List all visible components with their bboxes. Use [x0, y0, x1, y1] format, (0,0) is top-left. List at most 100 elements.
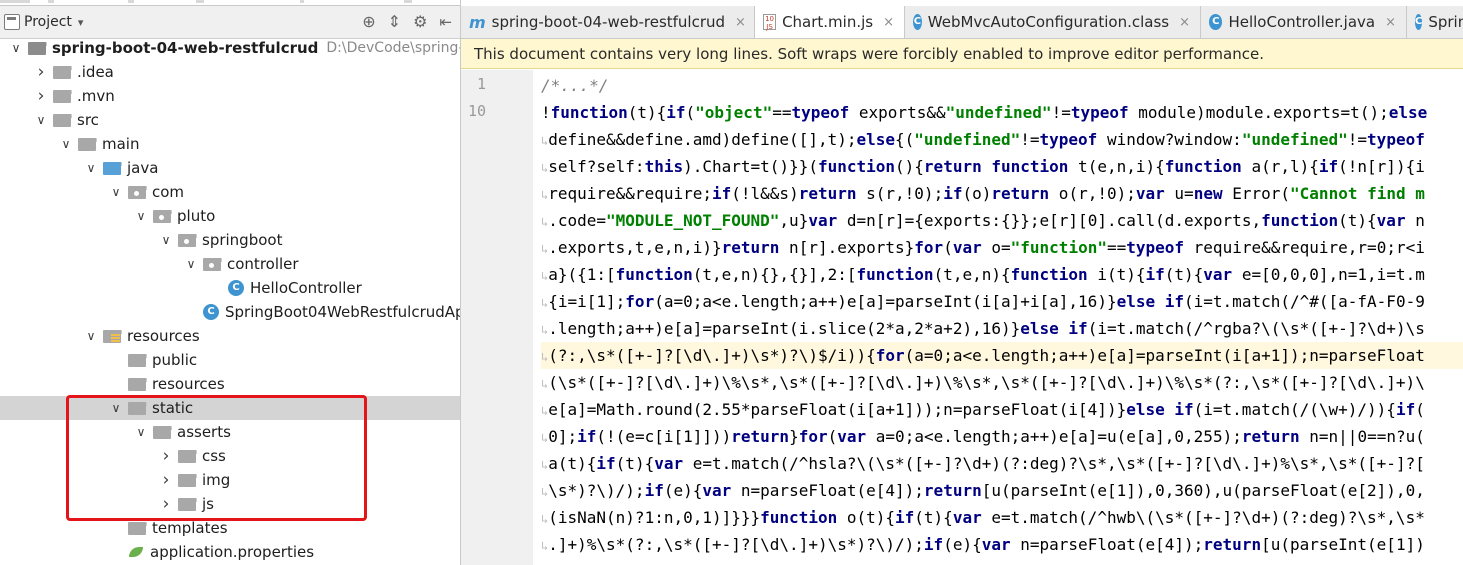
code-line[interactable]: ↳a}({1:[function(t,e,n){},{}],2:[functio…: [541, 261, 1463, 288]
code-line[interactable]: ↳(?:,\s*([+-]?[\d\.]+)\s*)?\)$/i)){for(a…: [541, 342, 1463, 369]
code-line[interactable]: !function(t){if("object"==typeof exports…: [541, 99, 1463, 126]
project-panel-toolbar: ⊕ ⇕ ⚙ ⇤: [362, 6, 452, 38]
tree-item-idea[interactable]: › .idea: [0, 60, 460, 84]
soft-wrap-notification: This document contains very long lines. …: [461, 39, 1463, 69]
tree-item-resources[interactable]: ›resources: [0, 372, 460, 396]
tree-item-label: resources: [127, 327, 200, 345]
code-line[interactable]: ↳e[a]=Math.round(2.55*parseFloat(i[a+1])…: [541, 396, 1463, 423]
tree-item-label: .idea: [77, 63, 114, 81]
chevron-right-icon[interactable]: ›: [158, 446, 174, 466]
tree-item-controller[interactable]: ∨ controller: [0, 252, 460, 276]
locate-icon[interactable]: ⊕: [362, 14, 375, 30]
js-file-icon: 10 JS: [763, 14, 777, 31]
line-number-gutter: 1 10: [461, 70, 533, 565]
close-icon[interactable]: ×: [735, 15, 746, 30]
tab-hellocontroller-java[interactable]: C HelloController.java ×: [1201, 6, 1407, 38]
code-line[interactable]: ↳a(t){if(t){var e=t.match(/^hsla?\(\s*([…: [541, 450, 1463, 477]
code-editor[interactable]: +/*...*/ !function(t){if("object"==typeof…: [541, 70, 1463, 565]
java-class-icon: C: [1415, 14, 1423, 30]
tree-item-js[interactable]: › js: [0, 492, 460, 516]
tree-item-spring-boot-04-web-restfulcrud[interactable]: ∨ spring-boot-04-web-restfulcrud D:\DevCod…: [0, 36, 460, 60]
code-line[interactable]: ↳(isNaN(n)?1:n,0,1)]}}}function o(t){if(…: [541, 504, 1463, 531]
tree-item-springboot04webrestfulcrudapp[interactable]: ›CSpringBoot04WebRestfulcrudApp: [0, 300, 460, 324]
folded-comment-line[interactable]: +/*...*/: [541, 72, 1463, 99]
chevron-down-icon[interactable]: ∨: [133, 425, 149, 439]
chevron-right-icon[interactable]: ›: [33, 62, 49, 82]
tree-item-java[interactable]: ∨ java: [0, 156, 460, 180]
code-line[interactable]: ↳.]+)%\s*(?:,\s*([+-]?[\d\.]+)\s*)?\)/);…: [541, 531, 1463, 558]
chevron-right-icon[interactable]: ›: [158, 470, 174, 490]
tree-item-src[interactable]: ∨ src: [0, 108, 460, 132]
tab-spring-boot-04-web-restfulcrud[interactable]: m spring-boot-04-web-restfulcrud ×: [461, 6, 755, 38]
folder-icon: [153, 425, 172, 439]
chevron-down-icon[interactable]: ∨: [183, 257, 199, 271]
chevron-down-icon[interactable]: ∨: [133, 209, 149, 223]
tree-item-hellocontroller[interactable]: ›CHelloController: [0, 276, 460, 300]
collapse-all-icon[interactable]: ⇕: [388, 14, 401, 30]
close-icon[interactable]: ×: [883, 15, 894, 30]
chevron-right-icon[interactable]: ›: [158, 494, 174, 514]
code-text: 0];if(!(e=c[i[1]]))return}for(var a=0;a<…: [548, 427, 1425, 446]
chevron-down-icon[interactable]: ∨: [58, 137, 74, 151]
project-panel-icon: [4, 14, 20, 30]
tree-item-com[interactable]: ∨ com: [0, 180, 460, 204]
code-line[interactable]: ↳.exports,t,e,n,i)}return n[r].exports}f…: [541, 234, 1463, 261]
chevron-down-icon[interactable]: ∨: [83, 161, 99, 175]
chevron-down-icon[interactable]: ∨: [158, 233, 174, 247]
code-line[interactable]: ↳require&&require;if(!l&&s)return s(r,!0…: [541, 180, 1463, 207]
tab-label: Chart.min.js: [782, 13, 874, 31]
chevron-down-icon[interactable]: ∨: [8, 41, 24, 55]
chevron-right-icon[interactable]: ›: [33, 86, 49, 106]
tree-item-label: pluto: [177, 207, 216, 225]
code-line[interactable]: ↳{i=i[1];for(a=0;a<e.length;a++)e[a]=par…: [541, 288, 1463, 315]
project-panel-title[interactable]: Project: [24, 14, 72, 30]
tree-item-application-properties[interactable]: ›application.properties: [0, 540, 460, 564]
tree-item-springboot[interactable]: ∨ springboot: [0, 228, 460, 252]
close-icon[interactable]: ×: [1179, 15, 1190, 30]
code-line[interactable]: ↳self?self:this).Chart=t()}}(function(){…: [541, 153, 1463, 180]
chevron-down-icon[interactable]: ∨: [108, 185, 124, 199]
hide-panel-icon[interactable]: ⇤: [439, 14, 452, 30]
code-line[interactable]: ↳define&&define.amd)define([],t);else{("…: [541, 126, 1463, 153]
code-line[interactable]: ↳.length;a++)e[a]=parseInt(i.slice(2*a,2…: [541, 315, 1463, 342]
tree-item-asserts[interactable]: ∨ asserts: [0, 420, 460, 444]
chevron-down-icon[interactable]: ▾: [78, 16, 84, 29]
tab-sprin[interactable]: C Sprin: [1407, 6, 1463, 38]
tree-item-static[interactable]: ∨ static: [0, 396, 460, 420]
tree-item-templates[interactable]: ›templates: [0, 516, 460, 540]
code-line[interactable]: ↳\s*)?\)/);if(e){var n=parseFloat(e[4]);…: [541, 477, 1463, 504]
tree-item-label: SpringBoot04WebRestfulcrudApp: [225, 303, 460, 321]
code-line[interactable]: ↳0];if(!(e=c[i[1]]))return}for(var a=0;a…: [541, 423, 1463, 450]
code-line[interactable]: ↳(\s*([+-]?[\d\.]+)\%\s*,\s*([+-]?[\d\.]…: [541, 369, 1463, 396]
java-class-icon: C: [913, 14, 922, 30]
chevron-down-icon[interactable]: ∨: [108, 401, 124, 415]
line-number: 1: [476, 75, 486, 93]
tree-item-mvn[interactable]: › .mvn: [0, 84, 460, 108]
gear-icon[interactable]: ⚙: [413, 14, 427, 30]
tree-item-css[interactable]: › css: [0, 444, 460, 468]
tab-chart-min-js[interactable]: 10 JS Chart.min.js ×: [755, 6, 905, 38]
code-line[interactable]: ↳: [541, 558, 1463, 565]
tree-item-main[interactable]: ∨ main: [0, 132, 460, 156]
folder-icon: [128, 521, 147, 535]
module-folder-icon: [28, 41, 47, 55]
folder-icon: [128, 377, 147, 391]
tab-webmvcautoconfiguration-class[interactable]: C WebMvcAutoConfiguration.class ×: [905, 6, 1201, 38]
chevron-down-icon[interactable]: ∨: [83, 329, 99, 343]
tree-item-label: templates: [152, 519, 228, 537]
tree-item-public[interactable]: ›public: [0, 348, 460, 372]
tab-label: HelloController.java: [1228, 13, 1376, 31]
spring-leaf-icon: [128, 544, 144, 560]
line-number: 10: [467, 102, 486, 120]
chevron-down-icon[interactable]: ∨: [33, 113, 49, 127]
code-line[interactable]: ↳.code="MODULE_NOT_FOUND",u}var d=n[r]={…: [541, 207, 1463, 234]
resources-folder-icon: [103, 329, 122, 343]
code-text: {i=i[1];for(a=0;a<e.length;a++)e[a]=pars…: [548, 292, 1425, 311]
tree-item-pluto[interactable]: ∨ pluto: [0, 204, 460, 228]
tree-item-resources[interactable]: ∨ resources: [0, 324, 460, 348]
tree-item-img[interactable]: › img: [0, 468, 460, 492]
tab-label: Sprin: [1428, 13, 1463, 31]
close-icon[interactable]: ×: [1385, 15, 1396, 30]
tree-item-label: asserts: [177, 423, 231, 441]
folder-icon: [53, 113, 72, 127]
